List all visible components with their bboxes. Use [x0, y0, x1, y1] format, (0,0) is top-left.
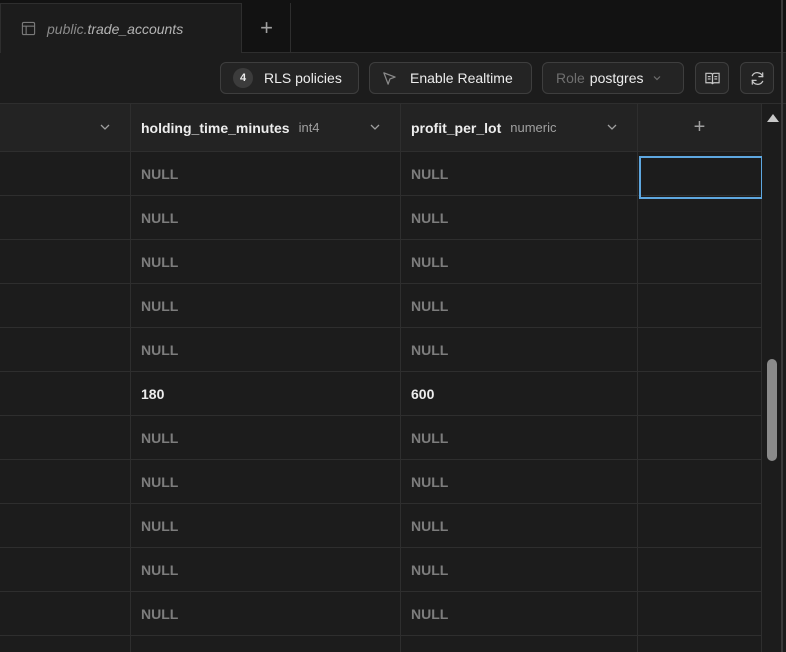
tab-label: public.trade_accounts [47, 21, 183, 37]
cell-hidden[interactable] [0, 372, 131, 415]
cell-empty[interactable] [638, 416, 762, 459]
chevron-down-icon[interactable] [369, 121, 381, 133]
cell-empty[interactable] [638, 592, 762, 635]
cell-profit-per-lot[interactable]: NULL [401, 592, 638, 635]
rls-policies-label: RLS policies [264, 70, 342, 86]
table-toolbar: 4 RLS policies Enable Realtime Role post… [0, 53, 786, 104]
cell-hidden[interactable] [0, 240, 131, 283]
api-docs-button[interactable] [695, 62, 729, 94]
cell-hidden[interactable] [0, 636, 131, 652]
enable-realtime-label: Enable Realtime [410, 70, 513, 86]
role-selector[interactable]: Role postgres [542, 62, 684, 94]
cell-holding-time-minutes[interactable]: NULL [131, 196, 401, 239]
new-tab-button[interactable]: + [243, 3, 291, 53]
table-row[interactable]: NULLNULL [0, 592, 762, 636]
cell-hidden[interactable] [0, 196, 131, 239]
cell-profit-per-lot[interactable]: NULL [401, 284, 638, 327]
table-row[interactable]: NULLNULL [0, 196, 762, 240]
cell-empty[interactable] [638, 548, 762, 591]
enable-realtime-button[interactable]: Enable Realtime [369, 62, 532, 94]
cell-empty[interactable] [638, 240, 762, 283]
role-key-label: Role [556, 70, 585, 86]
cell-profit-per-lot[interactable]: NULL [401, 504, 638, 547]
tab-bar: public.trade_accounts + [0, 0, 786, 53]
cell-profit-per-lot[interactable]: NULL [401, 196, 638, 239]
cell-profit-per-lot[interactable]: 600 [401, 372, 638, 415]
table-row[interactable]: NULLNULL [0, 416, 762, 460]
data-grid: holding_time_minutes int4 profit_per_lot… [0, 104, 762, 652]
vertical-scrollbar[interactable] [762, 104, 781, 652]
cell-empty[interactable] [638, 284, 762, 327]
tab-schema: public. [47, 20, 88, 37]
cell-hidden[interactable] [0, 416, 131, 459]
plus-icon: + [693, 116, 706, 138]
table-row[interactable]: NULLNULL [0, 240, 762, 284]
chevron-down-icon[interactable] [99, 121, 111, 133]
table-row[interactable]: NULLNULL [0, 284, 762, 328]
cell-holding-time-minutes[interactable]: NULL [131, 240, 401, 283]
cell-empty[interactable] [638, 504, 762, 547]
cell-hidden[interactable] [0, 460, 131, 503]
role-value: postgres [589, 70, 644, 86]
table-row[interactable]: NULLNULL [0, 460, 762, 504]
rls-policies-button[interactable]: 4 RLS policies [220, 62, 359, 94]
cell-profit-per-lot[interactable]: NULL [401, 460, 638, 503]
column-name: profit_per_lot [411, 119, 502, 136]
cell-empty[interactable] [638, 460, 762, 503]
chevron-down-icon[interactable] [606, 121, 618, 133]
add-column-button[interactable]: + [638, 104, 762, 152]
cell-holding-time-minutes[interactable]: NULL [131, 548, 401, 591]
column-header-hidden[interactable] [0, 104, 131, 152]
scrollbar-thumb[interactable] [767, 359, 777, 461]
column-type: numeric [510, 120, 557, 135]
table-row[interactable]: 180 600 [0, 372, 762, 416]
cell-empty[interactable] [638, 196, 762, 239]
refresh-button[interactable] [740, 62, 774, 94]
table-icon [21, 21, 36, 36]
cell-holding-time-minutes[interactable]: NULL [131, 284, 401, 327]
cell-empty[interactable] [638, 328, 762, 371]
column-name: holding_time_minutes [141, 119, 290, 136]
column-type: int4 [298, 120, 320, 135]
cell-profit-per-lot[interactable]: NULL [401, 240, 638, 283]
cell-empty[interactable] [638, 636, 762, 652]
cell-holding-time-minutes[interactable]: NULL [131, 592, 401, 635]
tab-trade-accounts[interactable]: public.trade_accounts [0, 3, 242, 53]
cursor-icon [383, 71, 396, 85]
table-row[interactable]: NULLNULL [0, 328, 762, 372]
cell-profit-per-lot[interactable]: NULL [401, 636, 638, 652]
cell-hidden[interactable] [0, 284, 131, 327]
cell-holding-time-minutes[interactable]: NULL [131, 152, 401, 195]
cell-hidden[interactable] [0, 548, 131, 591]
selected-cell[interactable] [639, 156, 762, 199]
cell-profit-per-lot[interactable]: NULL [401, 328, 638, 371]
arrow-up-icon[interactable] [767, 114, 779, 122]
table-row[interactable]: NULLNULL [0, 504, 762, 548]
column-header-holding-time-minutes[interactable]: holding_time_minutes int4 [131, 104, 401, 152]
cell-profit-per-lot[interactable]: NULL [401, 152, 638, 195]
cell-empty[interactable] [638, 372, 762, 415]
chevron-down-icon [653, 76, 660, 81]
cell-holding-time-minutes[interactable]: NULL [131, 416, 401, 459]
cell-holding-time-minutes[interactable]: NULL [131, 504, 401, 547]
rls-count-badge: 4 [233, 68, 253, 88]
cell-hidden[interactable] [0, 152, 131, 195]
column-header-profit-per-lot[interactable]: profit_per_lot numeric [401, 104, 638, 152]
cell-profit-per-lot[interactable]: NULL [401, 548, 638, 591]
cell-hidden[interactable] [0, 328, 131, 371]
table-row[interactable]: NULLNULL [0, 636, 762, 652]
book-icon [704, 72, 720, 84]
cell-holding-time-minutes[interactable]: NULL [131, 460, 401, 503]
cell-holding-time-minutes[interactable]: NULL [131, 636, 401, 652]
cell-holding-time-minutes[interactable]: 180 [131, 372, 401, 415]
cell-holding-time-minutes[interactable]: NULL [131, 328, 401, 371]
panel-divider [781, 0, 783, 652]
tab-table-name: trade_accounts [87, 20, 184, 37]
cell-hidden[interactable] [0, 504, 131, 547]
cell-profit-per-lot[interactable]: NULL [401, 416, 638, 459]
refresh-icon [751, 71, 763, 85]
table-row[interactable]: NULLNULL [0, 548, 762, 592]
cell-hidden[interactable] [0, 592, 131, 635]
